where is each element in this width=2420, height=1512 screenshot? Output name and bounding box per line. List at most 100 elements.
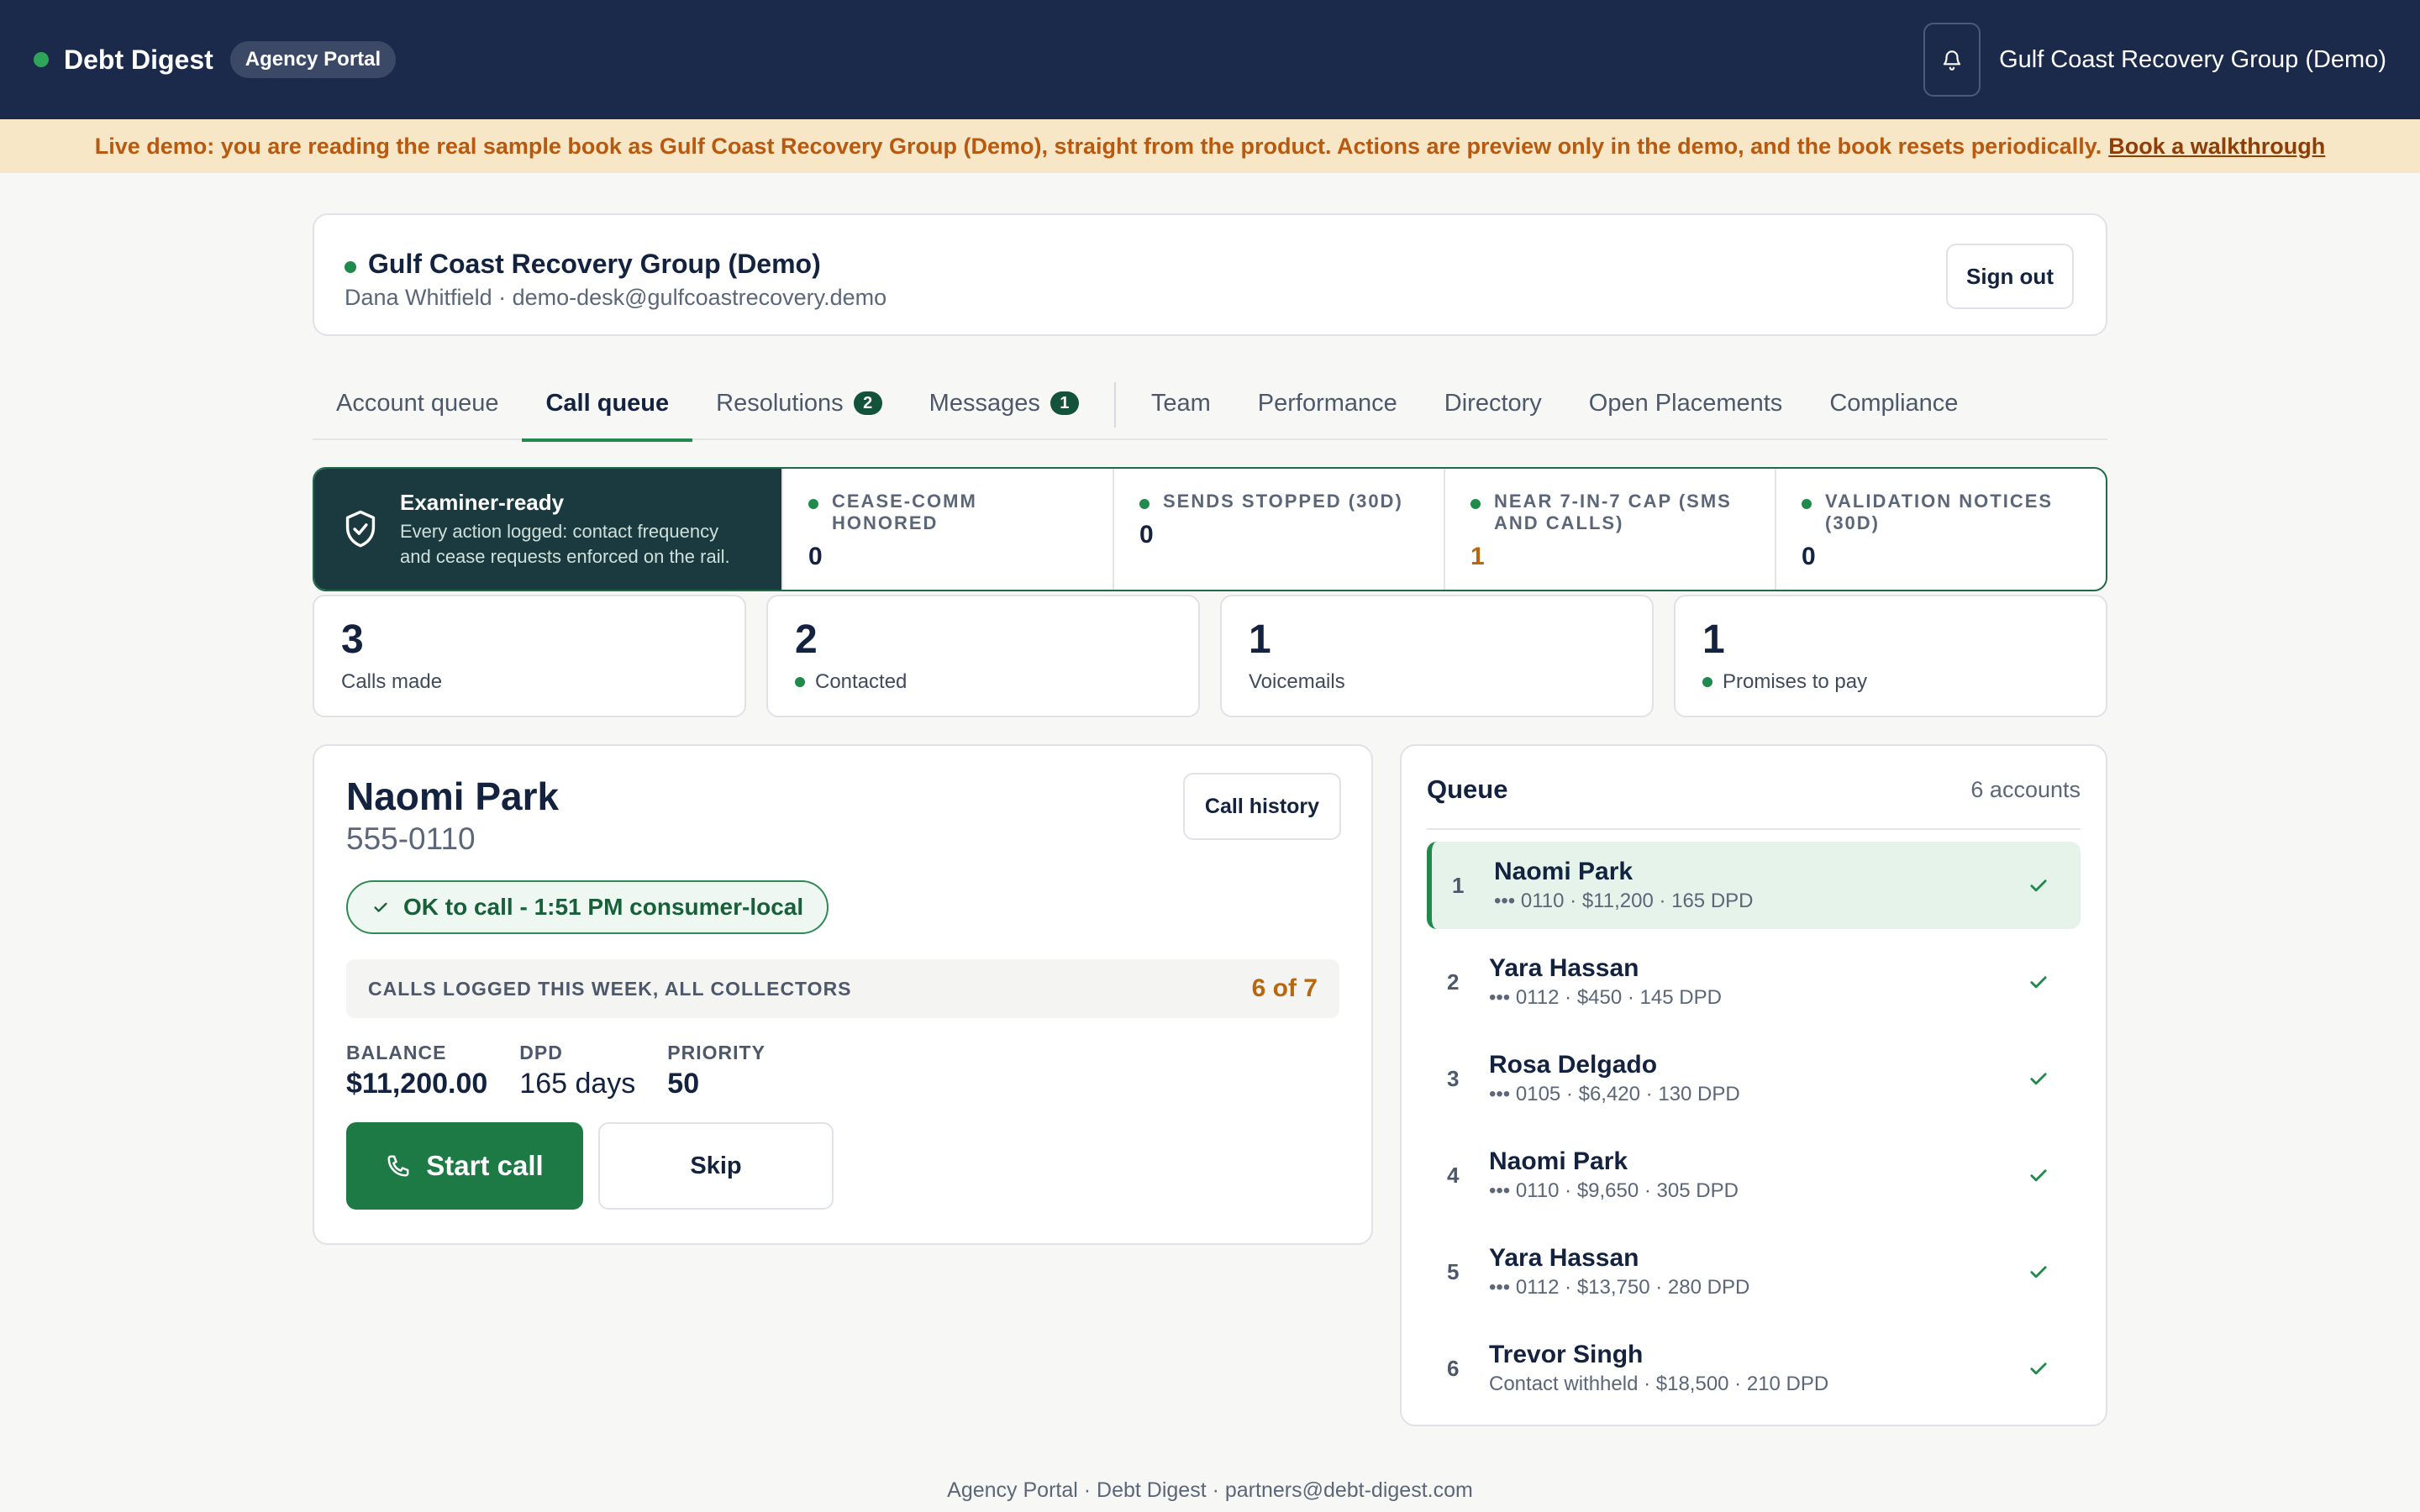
kpi-label: Voicemails [1249, 670, 1625, 694]
queue-item-number: 2 [1447, 969, 1460, 995]
queue-item-meta: ••• 0110 · $9,650 · 305 DPD [1489, 1179, 1739, 1202]
examiner-summary: Examiner-ready Every action logged: cont… [314, 469, 781, 590]
dpd-label: DPD [519, 1042, 563, 1063]
balance-label: BALANCE [346, 1042, 447, 1063]
account-org-name: Gulf Coast Recovery Group (Demo) [368, 249, 821, 279]
shield-check-icon [345, 510, 376, 548]
queue-item-name: Rosa Delgado [1489, 1051, 1658, 1079]
kpi-label-text: Voicemails [1249, 670, 1345, 693]
check-icon [2030, 1362, 2047, 1375]
start-call-button[interactable]: Start call [346, 1122, 583, 1210]
check-icon [2030, 879, 2047, 892]
stat-dot [808, 499, 818, 509]
queue-item-name: Yara Hassan [1489, 954, 1639, 982]
account-card: Gulf Coast Recovery Group (Demo) Dana Wh… [313, 213, 2107, 336]
queue-list: 1 Naomi Park ••• 0110 · $11,200 · 165 DPD… [1427, 842, 2081, 1412]
check-icon [374, 902, 387, 912]
stat-value: 0 [808, 543, 823, 570]
queue-item-name: Naomi Park [1489, 1147, 1628, 1175]
start-call-label: Start call [426, 1150, 544, 1181]
check-icon [2030, 1169, 2047, 1182]
queue-item[interactable]: 2 Yara Hassan ••• 0112 · $450 · 145 DPD [1427, 938, 2081, 1026]
queue-item[interactable]: 3 Rosa Delgado ••• 0105 · $6,420 · 130 DP… [1427, 1035, 2081, 1122]
phone-icon [387, 1155, 409, 1177]
org-switcher[interactable]: Gulf Coast Recovery Group (Demo) [1999, 46, 2386, 74]
resolutions-count-badge: 2 [853, 391, 882, 415]
topbar-right: Gulf Coast Recovery Group (Demo) [1923, 23, 2386, 97]
kpi-label: Contacted [795, 670, 1171, 694]
tab-team[interactable]: Team [1128, 370, 1234, 440]
examiner-description: Every action logged: contact frequency a… [400, 520, 730, 567]
tab-resolutions[interactable]: Resolutions 2 [692, 370, 906, 440]
tab-messages[interactable]: Messages 1 [906, 370, 1102, 440]
dpd-field: DPD 165 days [519, 1042, 635, 1100]
tab-performance[interactable]: Performance [1234, 370, 1421, 440]
book-walkthrough-link[interactable]: Book a walkthrough [2108, 134, 2325, 160]
tab-account-queue[interactable]: Account queue [313, 370, 522, 440]
call-actions: Start call Skip [346, 1122, 1339, 1210]
queue-item-meta: Contact withheld · $18,500 · 210 DPD [1489, 1373, 1829, 1395]
stat-value: 0 [1139, 521, 1154, 549]
stat-label: CEASE-COMM HONORED [832, 491, 977, 533]
kpi-promises-to-pay: 1 Promises to pay [1674, 595, 2107, 717]
kpi-contacted: 2 Contacted [766, 595, 1200, 717]
stat-label: NEAR 7-IN-7 CAP (SMS AND CALLS) [1494, 491, 1732, 533]
call-history-button[interactable]: Call history [1183, 773, 1341, 840]
brand-name[interactable]: Debt Digest [64, 45, 213, 76]
kpi-value: 1 [1702, 617, 1725, 662]
tab-divider [1113, 382, 1116, 428]
balance-field: BALANCE $11,200.00 [346, 1042, 487, 1100]
tab-label: Open Placements [1588, 389, 1783, 417]
tab-directory[interactable]: Directory [1421, 370, 1565, 440]
notifications-button[interactable] [1923, 23, 1981, 97]
queue-item-number: 1 [1452, 872, 1465, 898]
account-user-line: Dana Whitfield · demo-desk@gulfcoastreco… [345, 285, 887, 310]
skip-button[interactable]: Skip [598, 1122, 834, 1210]
dpd-value: 165 days [519, 1068, 636, 1100]
sign-out-button[interactable]: Sign out [1946, 244, 2074, 309]
account-status-dot [345, 260, 356, 273]
main-tabs: Account queue Call queue Resolutions 2 Me… [313, 370, 2107, 442]
queue-header: Queue 6 accounts [1427, 769, 2081, 830]
tab-compliance[interactable]: Compliance [1806, 370, 1981, 440]
queue-item-number: 5 [1447, 1258, 1460, 1284]
stat-dot [1802, 499, 1812, 509]
demo-banner: Live demo: you are reading the real samp… [0, 119, 2420, 173]
tab-label: Resolutions [716, 389, 844, 417]
tab-open-placements[interactable]: Open Placements [1565, 370, 1807, 440]
tab-call-queue[interactable]: Call queue [522, 370, 692, 442]
queue-item-name: Trevor Singh [1489, 1341, 1644, 1368]
queue-item[interactable]: 1 Naomi Park ••• 0110 · $11,200 · 165 DPD [1427, 842, 2081, 929]
queue-item-number: 6 [1447, 1355, 1460, 1381]
queue-panel: Queue 6 accounts 1 Naomi Park ••• 0110 · … [1400, 744, 2107, 1426]
stat-value: 1 [1470, 543, 1485, 570]
tab-label: Compliance [1829, 389, 1959, 417]
stat-label: VALIDATION NOTICES (30D) [1825, 491, 2054, 533]
kpi-dot [795, 677, 805, 687]
calls-logged-bar: CALLS LOGGED THIS WEEK, ALL COLLECTORS 6… [346, 959, 1339, 1018]
page-footer: Agency Portal · Debt Digest · partners@d… [947, 1478, 1473, 1502]
stat-sends-stopped: SENDS STOPPED (30D) 0 [1113, 469, 1444, 590]
queue-item-meta: ••• 0110 · $11,200 · 165 DPD [1494, 890, 1754, 912]
examiner-title: Examiner-ready [400, 489, 565, 515]
queue-item-number: 3 [1447, 1065, 1460, 1091]
priority-label: PRIORITY [667, 1042, 765, 1063]
calls-logged-value: 6 of 7 [1251, 974, 1318, 1002]
tab-label: Account queue [336, 389, 499, 417]
kpi-label-text: Contacted [815, 670, 908, 693]
stat-value: 0 [1802, 543, 1816, 570]
queue-title: Queue [1427, 774, 1508, 804]
kpi-value: 1 [1249, 617, 1271, 662]
tab-label: Team [1150, 389, 1211, 417]
queue-item-name: Yara Hassan [1489, 1244, 1639, 1272]
queue-item-meta: ••• 0112 · $450 · 145 DPD [1489, 986, 1722, 1009]
portal-badge: Agency Portal [229, 41, 397, 78]
queue-item[interactable]: 5 Yara Hassan ••• 0112 · $13,750 · 280 DP… [1427, 1228, 2081, 1315]
kpi-label-text: Promises to pay [1723, 670, 1868, 693]
banner-text: Live demo: you are reading the real samp… [94, 133, 2102, 159]
stat-cease-comm: CEASE-COMM HONORED 0 [781, 469, 1113, 590]
queue-item[interactable]: 6 Trevor Singh Contact withheld · $18,500… [1427, 1325, 2081, 1412]
examiner-ready-panel: Examiner-ready Every action logged: cont… [313, 467, 2107, 591]
stat-dot [1470, 499, 1481, 509]
queue-item[interactable]: 4 Naomi Park ••• 0110 · $9,650 · 305 DPD [1427, 1131, 2081, 1219]
